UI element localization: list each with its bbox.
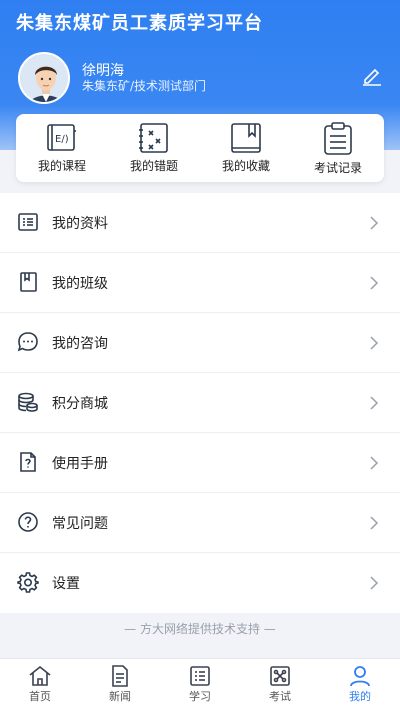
menu-item-my-profile[interactable]: 我的资料	[0, 193, 400, 253]
bookmark-icon	[231, 123, 261, 153]
tab-mine[interactable]: 我的	[320, 665, 400, 709]
study-icon	[190, 666, 210, 686]
coins-icon	[18, 392, 38, 412]
quick-link-label: 我的错题	[129, 159, 178, 173]
menu-item-user-manual[interactable]: 使用手册	[0, 433, 400, 493]
tab-study[interactable]: 学习	[160, 665, 240, 709]
manual-icon	[20, 452, 36, 472]
tab-exam[interactable]: 考试	[240, 665, 320, 709]
question-icon	[18, 512, 38, 532]
tab-label: 考试	[269, 690, 291, 703]
menu-item-label: 我的班级	[52, 276, 108, 292]
person-icon	[350, 666, 370, 687]
chevron-right-icon	[370, 576, 379, 590]
clipboard-icon	[324, 122, 352, 155]
quick-link-label: 考试记录	[313, 161, 362, 175]
profile-list-icon	[18, 213, 38, 231]
chevron-right-icon	[370, 336, 379, 350]
bottom-tab-bar: 首页 新闻 学习 考试 我的	[0, 658, 400, 711]
wrong-questions-icon	[139, 123, 168, 153]
chevron-right-icon	[370, 216, 379, 230]
menu-item-points-mall[interactable]: 积分商城	[0, 373, 400, 433]
menu-item-label: 使用手册	[52, 456, 108, 472]
menu-item-label: 我的资料	[52, 216, 108, 232]
quick-link-label: 我的收藏	[221, 159, 270, 173]
class-icon	[20, 272, 37, 292]
chevron-right-icon	[370, 396, 379, 410]
exam-icon	[270, 666, 290, 686]
user-department: 朱集东矿/技术测试部门	[82, 79, 207, 93]
settings-menu: 我的资料 我的班级 我的咨询 积分商城 使用手册 常见问题 设置	[0, 193, 400, 613]
news-icon	[112, 665, 128, 687]
quick-link-my-courses[interactable]: E/) 我的课程	[16, 120, 108, 178]
app-title: 朱集东煤矿员工素质学习平台	[16, 13, 263, 34]
menu-item-label: 积分商城	[52, 396, 108, 412]
menu-item-my-consultation[interactable]: 我的咨询	[0, 313, 400, 373]
tab-home[interactable]: 首页	[0, 665, 80, 709]
quick-link-favorites[interactable]: 我的收藏	[200, 120, 292, 178]
home-icon	[29, 665, 51, 686]
tech-support-note: — 方大网络提供技术支持 —	[124, 622, 276, 636]
chevron-right-icon	[370, 516, 379, 530]
menu-item-label: 常见问题	[52, 516, 108, 532]
chevron-right-icon	[370, 276, 379, 290]
gear-icon	[17, 572, 39, 593]
quick-link-wrong-questions[interactable]: 我的错题	[108, 120, 200, 178]
tab-label: 首页	[29, 690, 51, 703]
quick-link-exam-records[interactable]: 考试记录	[292, 120, 384, 178]
tab-label: 学习	[189, 690, 211, 703]
book-icon: E/)	[47, 124, 76, 151]
menu-item-faq[interactable]: 常见问题	[0, 493, 400, 553]
menu-item-label: 我的咨询	[52, 336, 108, 352]
tab-label: 我的	[349, 690, 371, 703]
menu-item-settings[interactable]: 设置	[0, 553, 400, 613]
quick-links-card: E/) 我的课程 我的错题 我的收藏 考试记录	[16, 114, 384, 182]
pencil-icon[interactable]	[360, 64, 384, 88]
avatar[interactable]	[18, 52, 70, 104]
menu-item-my-class[interactable]: 我的班级	[0, 253, 400, 313]
quick-link-label: 我的课程	[37, 159, 86, 173]
svg-text:E/): E/)	[55, 134, 69, 145]
tab-news[interactable]: 新闻	[80, 665, 160, 709]
chat-icon	[17, 332, 38, 352]
menu-item-label: 设置	[52, 576, 80, 592]
chevron-right-icon	[370, 456, 379, 470]
tab-label: 新闻	[109, 690, 131, 703]
